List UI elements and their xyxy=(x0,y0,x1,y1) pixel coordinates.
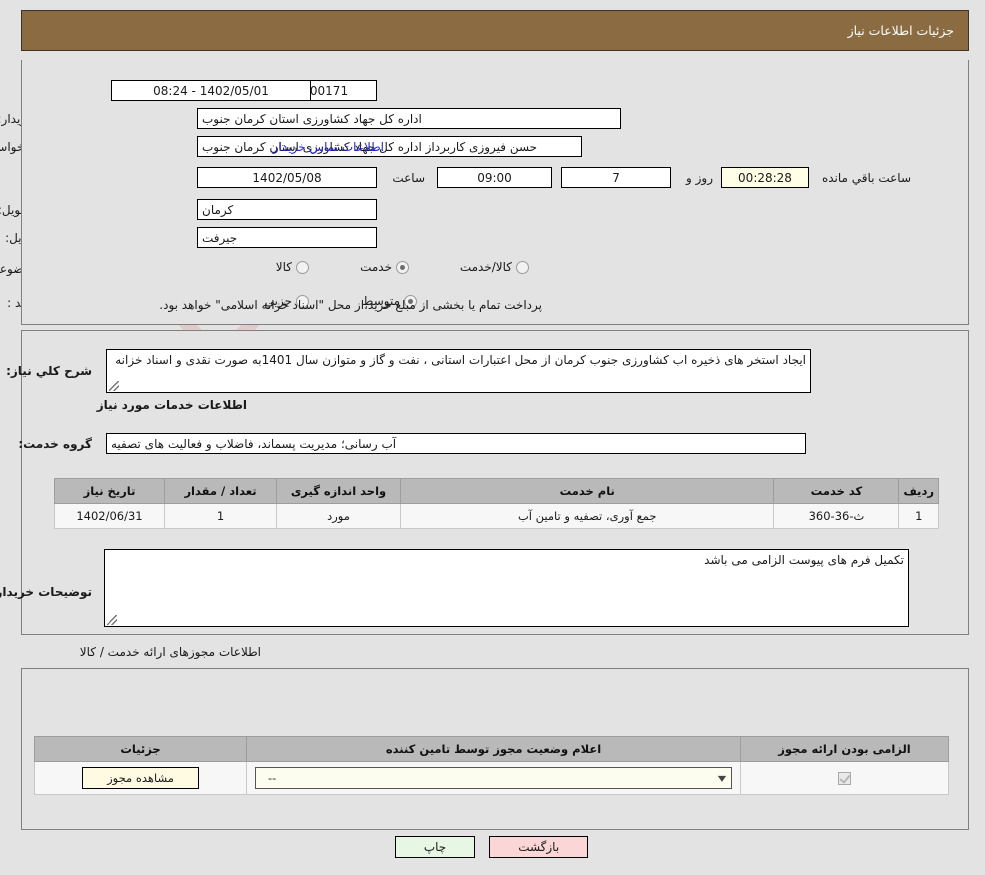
cell-unit: مورد xyxy=(277,503,402,529)
col-unit: واحد اندازه گیری xyxy=(277,478,402,504)
col-service-code: کد خدمت xyxy=(774,478,901,504)
page-title: جزئیات اطلاعات نیاز xyxy=(848,23,955,38)
radio-dot-kala[interactable] xyxy=(297,260,310,274)
permit-required-checkbox xyxy=(839,772,852,785)
permits-table-header-row: الزامی بودن ارائه مجوز اعلام وضعیت مجوز … xyxy=(35,736,950,762)
print-button[interactable]: چاپ xyxy=(395,836,477,858)
label-days: روز و xyxy=(687,171,714,185)
col-permit-details: جزئیات xyxy=(35,736,248,762)
permit-status-select[interactable]: ▾ -- xyxy=(256,767,733,789)
services-table: ردیف کد خدمت نام خدمت واحد اندازه گیری ت… xyxy=(55,478,940,529)
field-buyer-org[interactable]: اداره کل جهاد کشاورزی استان کرمان جنوب xyxy=(198,108,622,129)
field-buyer-notes[interactable]: تکمیل فرم های پیوست الزامی می باشد xyxy=(105,549,910,627)
footer-actions: بازگشت چاپ xyxy=(0,836,985,858)
field-remaining-days[interactable]: 7 xyxy=(562,167,672,188)
radio-dot-khedmat[interactable] xyxy=(397,260,410,274)
cell-need-date: 1402/06/31 xyxy=(55,503,166,529)
radio-category-kala[interactable]: کالا xyxy=(263,260,310,274)
buyer-contact-link[interactable]: اطلاعات تماس خریدار xyxy=(274,140,385,154)
col-permit-status: اعلام وضعیت مجوز توسط تامین کننده xyxy=(247,736,742,762)
label-hour: ساعت xyxy=(393,171,426,185)
radio-label-kala: کالا xyxy=(276,260,293,274)
col-permit-required: الزامی بودن ارائه مجوز xyxy=(741,736,950,762)
permits-section-caption: اطلاعات مجوزهای ارائه خدمت / کالا xyxy=(80,645,262,659)
table-row: ▾ -- مشاهده مجوز xyxy=(35,761,950,795)
services-section-title: اطلاعات خدمات مورد نیاز xyxy=(97,398,248,412)
col-quantity: تعداد / مقدار xyxy=(165,478,278,504)
field-request-creator[interactable]: حسن فیروزی کاربرداز اداره کل جهاد کشاورز… xyxy=(198,136,583,157)
field-announce-datetime[interactable]: 1402/05/01 - 08:24 xyxy=(112,80,312,101)
radio-label-kala-khedmat: کالا/خدمت xyxy=(460,260,513,274)
radio-label-khedmat: خدمت xyxy=(361,260,393,274)
view-permit-button[interactable]: مشاهده مجوز xyxy=(83,767,200,789)
col-row-no: ردیف xyxy=(899,478,940,504)
cell-permit-required xyxy=(741,761,950,795)
label-general-description: شرح کلي نیاز: xyxy=(7,364,93,378)
field-general-description[interactable]: ایجاد استخر های ذخیره اب کشاورزی جنوب کر… xyxy=(107,349,812,393)
cell-service-code: ث-36-360 xyxy=(774,503,901,529)
field-delivery-province[interactable]: کرمان xyxy=(198,199,378,220)
table-row: 1 ث-36-360 جمع آوری، تصفیه و تامین آب مو… xyxy=(55,503,940,529)
permits-table: الزامی بودن ارائه مجوز اعلام وضعیت مجوز … xyxy=(35,736,950,795)
field-countdown: 00:28:28 xyxy=(722,167,810,188)
radio-category-khedmat[interactable]: خدمت xyxy=(347,260,410,274)
radio-dot-kala-khedmat[interactable] xyxy=(517,260,530,274)
col-service-name: نام خدمت xyxy=(400,478,776,504)
back-button[interactable]: بازگشت xyxy=(490,836,590,858)
cell-permit-details: مشاهده مجوز xyxy=(35,761,248,795)
field-delivery-city[interactable]: جیرفت xyxy=(198,227,378,248)
radio-category-kala-khedmat[interactable]: کالا/خدمت xyxy=(447,260,530,274)
chevron-down-icon: ▾ xyxy=(718,771,728,785)
page-header: جزئیات اطلاعات نیاز xyxy=(22,10,970,51)
page-root: جزئیات اطلاعات نیاز AriaTender.net شماره… xyxy=(0,0,985,875)
cell-quantity: 1 xyxy=(165,503,278,529)
services-table-header-row: ردیف کد خدمت نام خدمت واحد اندازه گیری ت… xyxy=(55,478,940,504)
treasury-bond-note: پرداخت تمام یا بخشی از مبلغ خرید،از محل … xyxy=(160,298,543,312)
cell-service-name: جمع آوری، تصفیه و تامین آب xyxy=(400,503,776,529)
cell-row-no: 1 xyxy=(899,503,940,529)
col-need-date: تاریخ نیاز xyxy=(55,478,166,504)
field-service-group[interactable]: آب رسانی؛ مدیریت پسماند، فاضلاب و فعالیت… xyxy=(107,433,807,454)
field-deadline-hour[interactable]: 09:00 xyxy=(438,167,553,188)
permit-status-value: -- xyxy=(269,771,278,785)
label-service-group: گروه خدمت: xyxy=(19,437,93,451)
cell-permit-status: ▾ -- xyxy=(247,761,742,795)
field-deadline-date[interactable]: 1402/05/08 xyxy=(198,167,378,188)
label-buyer-notes: توضیحات خریدار: xyxy=(0,585,93,599)
label-countdown: ساعت باقي مانده xyxy=(822,171,912,185)
